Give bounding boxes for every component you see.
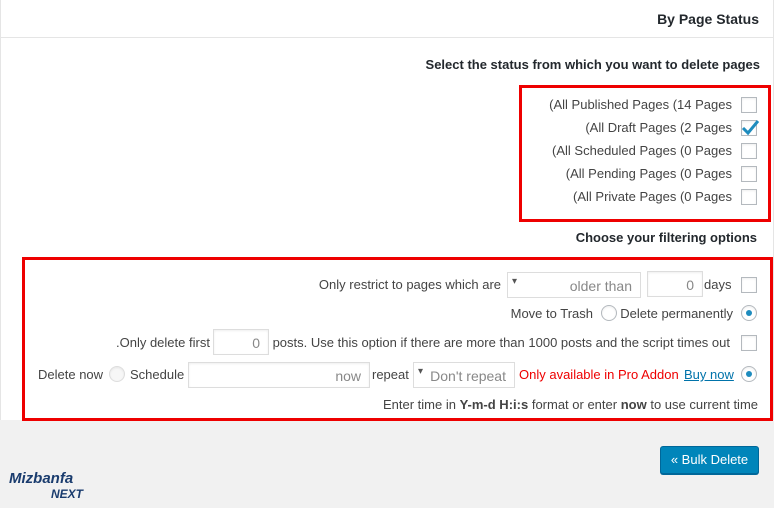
svg-text:NEXT: NEXT [51,487,85,501]
status-checkbox-draft[interactable] [741,120,760,136]
limit-input[interactable]: 0 [213,329,269,355]
svg-text:Mizbanfa: Mizbanfa [9,470,73,487]
repeat-label: repeat [372,367,409,382]
move-to-trash-label: Move to Trash [510,306,593,321]
mizbanfa-logo-icon: Mizbanfa NEXT [9,470,85,501]
limit-prefix-label: .Only delete first [116,335,210,350]
status-label-scheduled: (All Scheduled Pages (0 Pages [552,143,732,158]
pro-addon-notice: Only available in Pro Addon [519,367,679,382]
status-checkbox-pending[interactable] [741,166,757,182]
status-label-private: (All Private Pages (0 Pages [573,189,732,204]
status-checkbox-scheduled[interactable] [741,143,757,159]
limit-checkbox[interactable] [741,335,757,351]
status-heading: Select the status from which you want to… [425,57,760,72]
restrict-checkbox[interactable] [741,277,757,293]
time-format-hint: Enter time in Y-m-d H:i:s format or ente… [382,397,758,412]
days-label: days [704,277,732,292]
schedule-label: Schedule [130,367,185,382]
delete-permanently-label: Delete permanently [620,306,733,321]
schedule-radio[interactable] [109,366,125,382]
schedule-time-input[interactable]: now [188,362,370,388]
restrict-label: Only restrict to pages which are [318,277,501,292]
status-label-published: (All Published Pages (14 Pages [549,97,732,112]
panel-title: By Page Status [657,11,759,27]
limit-suffix-label: posts. Use this option if there are more… [272,335,730,350]
brand-logo: Mizbanfa NEXT [8,468,100,505]
repeat-select[interactable]: ▾ Don't repeat [413,362,515,388]
age-select[interactable]: ▾ older than [507,272,641,298]
bulk-delete-button[interactable]: « Bulk Delete [660,446,759,474]
status-label-draft: (All Draft Pages (2 Pages [585,120,732,135]
status-checkbox-private[interactable] [741,189,757,205]
status-label-pending: (All Pending Pages (0 Pages [565,166,732,181]
status-checkbox-published[interactable] [741,97,757,113]
delete-permanently-radio[interactable] [741,305,757,321]
settings-panel: By Page Status Select the status from wh… [0,0,774,421]
move-to-trash-radio[interactable] [601,305,617,321]
filter-heading: Choose your filtering options [575,230,757,245]
delete-now-label: Delete now [38,367,104,382]
checkmark-icon [741,120,760,136]
chevron-down-icon: ▾ [512,276,518,287]
chevron-down-icon: ▾ [418,366,424,377]
delete-now-radio[interactable] [741,366,757,382]
days-input[interactable]: 0 [647,271,703,297]
panel-header: By Page Status [1,0,773,38]
buy-now-link[interactable]: Buy now [684,367,734,382]
